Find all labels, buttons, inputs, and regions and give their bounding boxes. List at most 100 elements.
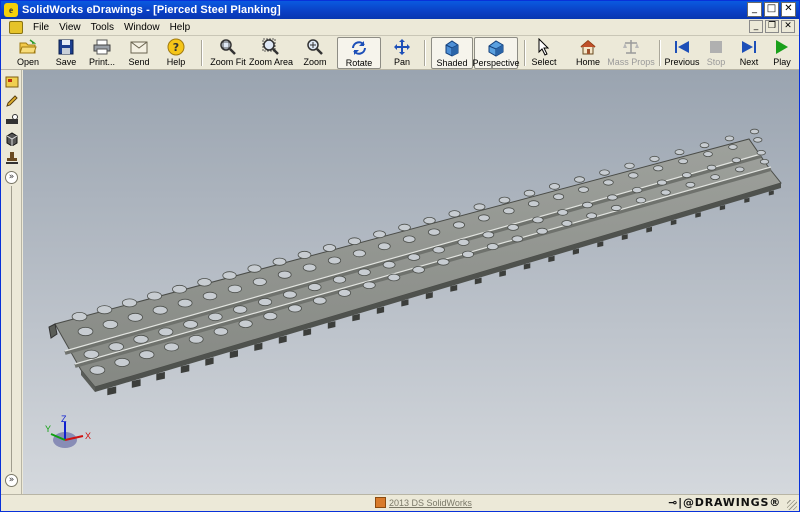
plank-hole bbox=[139, 350, 155, 360]
plank-hole bbox=[635, 197, 647, 204]
close-button[interactable]: ✕ bbox=[781, 2, 796, 17]
plank-hole bbox=[511, 235, 524, 243]
title-bar[interactable]: e SolidWorks eDrawings - [Pierced Steel … bbox=[1, 1, 799, 19]
open-label: Open bbox=[16, 57, 40, 67]
section-tab[interactable] bbox=[4, 131, 19, 146]
plank-hole bbox=[332, 275, 347, 284]
help-question-icon: ? bbox=[167, 38, 185, 56]
home-label: Home bbox=[575, 57, 600, 67]
toolbar-separator bbox=[659, 40, 661, 66]
save-button[interactable]: Save bbox=[51, 37, 81, 69]
main-toolbar: Open Save Print... Send ? Help Zoom Fit … bbox=[1, 36, 799, 70]
stop-button[interactable]: Stop bbox=[705, 37, 727, 69]
plank-hole bbox=[172, 284, 187, 294]
menu-file[interactable]: File bbox=[33, 22, 49, 33]
plank-hole bbox=[233, 305, 248, 314]
plank-hole bbox=[387, 273, 401, 282]
plank-hole bbox=[437, 258, 450, 266]
help-button[interactable]: ? Help bbox=[161, 37, 191, 69]
resize-grip[interactable] bbox=[787, 500, 797, 510]
doc-close-button[interactable]: ✕ bbox=[781, 20, 795, 33]
plank-hole bbox=[448, 210, 461, 218]
zoom-fit-icon bbox=[219, 38, 237, 56]
plank-hole bbox=[108, 342, 124, 352]
plank-hole bbox=[282, 290, 297, 299]
doc-restore-button[interactable]: ❐ bbox=[765, 20, 779, 33]
plank-hole bbox=[423, 217, 436, 225]
sidebar-expand-button[interactable]: » bbox=[5, 171, 18, 184]
doc-minimize-button[interactable]: _ bbox=[749, 20, 763, 33]
stamp-tab[interactable] bbox=[4, 150, 19, 165]
plank-hole bbox=[377, 242, 391, 251]
plank-hole bbox=[603, 179, 614, 186]
plank-hole bbox=[227, 284, 242, 294]
menu-window[interactable]: Window bbox=[124, 22, 160, 33]
measure-icon bbox=[5, 113, 18, 124]
zoom-fit-button[interactable]: Zoom Fit bbox=[210, 37, 246, 69]
markup-tab[interactable] bbox=[4, 93, 19, 108]
shaded-button[interactable]: Shaded bbox=[431, 37, 473, 69]
home-button[interactable]: Home bbox=[575, 37, 601, 69]
mass-props-label: Mass Props bbox=[607, 57, 655, 67]
copyright-link[interactable]: 2013 DS SolidWorks bbox=[375, 497, 472, 508]
skip-forward-icon bbox=[740, 38, 758, 56]
sheets-tab[interactable] bbox=[4, 74, 19, 89]
plank-hole bbox=[121, 298, 138, 308]
plank-hole bbox=[297, 250, 312, 259]
plank-hole bbox=[213, 327, 229, 336]
skip-back-icon bbox=[673, 38, 691, 56]
plank-hole bbox=[461, 250, 474, 258]
zoom-area-label: Zoom Area bbox=[248, 57, 294, 67]
pierced-steel-planking-model[interactable]: Z X Y bbox=[23, 70, 799, 494]
minimize-button[interactable]: _ bbox=[747, 2, 762, 17]
rotate-button[interactable]: Rotate bbox=[337, 37, 381, 69]
plank-hole bbox=[302, 263, 317, 272]
next-button[interactable]: Next bbox=[737, 37, 761, 69]
cursor-arrow-icon bbox=[535, 38, 553, 56]
plank-hole bbox=[263, 312, 278, 321]
print-button[interactable]: Print... bbox=[86, 37, 118, 69]
plank-hole bbox=[337, 288, 352, 297]
pan-label: Pan bbox=[393, 57, 410, 67]
play-button[interactable]: Play bbox=[771, 37, 793, 69]
maximize-button[interactable]: □ bbox=[764, 2, 779, 17]
3d-viewport[interactable]: Z X Y bbox=[23, 70, 799, 494]
perspective-button[interactable]: Perspective bbox=[472, 37, 520, 69]
pan-button[interactable]: Pan bbox=[388, 37, 416, 69]
plank-hole bbox=[578, 186, 589, 193]
copyright-text: 2013 DS SolidWorks bbox=[389, 497, 472, 508]
previous-button[interactable]: Previous bbox=[665, 37, 700, 69]
plank-hole bbox=[322, 244, 337, 252]
plank-hole bbox=[582, 201, 593, 209]
plank-hole bbox=[685, 181, 696, 188]
menu-help[interactable]: Help bbox=[170, 22, 191, 33]
menu-bar: File View Tools Window Help _ ❐ ✕ bbox=[1, 19, 799, 36]
left-sidebar: » » bbox=[1, 70, 22, 494]
plank-hole bbox=[523, 189, 536, 197]
zoom-button[interactable]: Zoom bbox=[301, 37, 329, 69]
plank-hole bbox=[753, 137, 763, 143]
plank-hole bbox=[222, 271, 237, 280]
menu-tools[interactable]: Tools bbox=[91, 22, 114, 33]
plank-hole bbox=[507, 223, 519, 231]
open-button[interactable]: Open bbox=[13, 37, 43, 69]
plank-hole bbox=[710, 174, 720, 180]
select-button[interactable]: Select bbox=[531, 37, 557, 69]
plank-hole bbox=[549, 183, 561, 190]
mass-props-button[interactable]: Mass Props bbox=[607, 37, 655, 69]
plank-hole bbox=[412, 266, 425, 274]
plank-hole bbox=[288, 304, 302, 313]
plank-hole bbox=[312, 296, 327, 305]
plank-hole bbox=[457, 238, 470, 246]
menu-view[interactable]: View bbox=[59, 22, 81, 33]
send-label: Send bbox=[128, 57, 150, 67]
measure-tab[interactable] bbox=[4, 112, 19, 127]
edrawings-app-icon[interactable]: e bbox=[4, 3, 18, 17]
document-icon[interactable] bbox=[9, 20, 23, 34]
zoom-area-button[interactable]: Zoom Area bbox=[248, 37, 294, 69]
section-cube-icon bbox=[6, 131, 17, 146]
sidebar-expand-bottom-button[interactable]: » bbox=[5, 474, 18, 487]
send-button[interactable]: Send bbox=[124, 37, 154, 69]
plank-hole bbox=[759, 158, 770, 165]
plank-hole bbox=[188, 334, 204, 344]
